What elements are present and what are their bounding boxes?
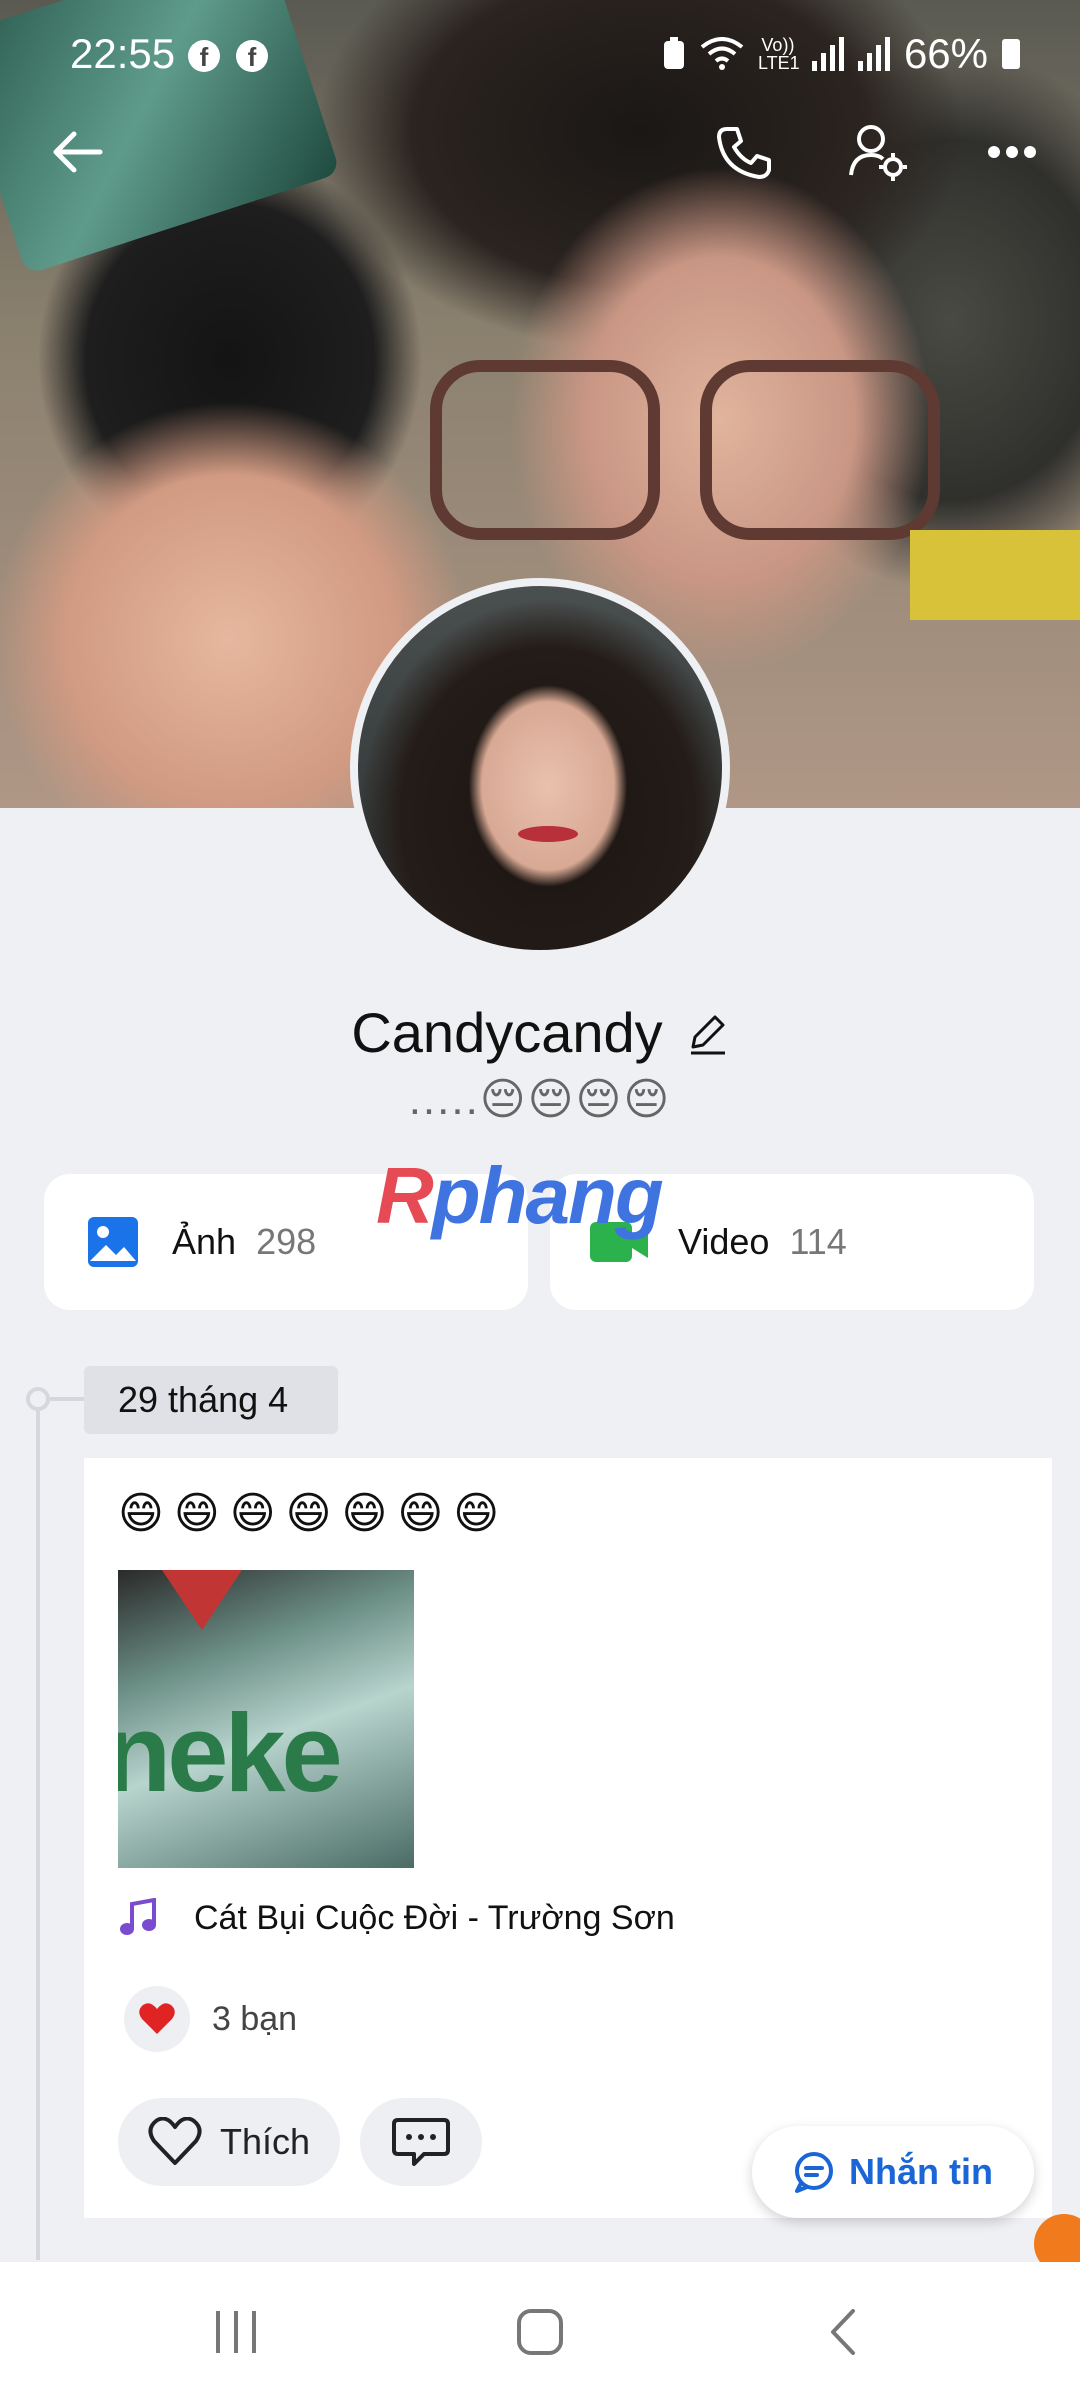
status-icons: Vo)) LTE1 66% bbox=[662, 30, 1020, 78]
avatar-lips bbox=[518, 826, 578, 842]
system-back-button[interactable] bbox=[802, 2292, 882, 2372]
timeline-post[interactable]: 😄😄😄😄😄😄😄 neke Cát Bụi Cuộc Đời - Trường S… bbox=[84, 1458, 1052, 2218]
heart-icon bbox=[139, 2003, 175, 2034]
photos-label: Ảnh bbox=[172, 1221, 237, 1262]
videos-count: 114 bbox=[789, 1221, 847, 1262]
more-icon bbox=[988, 146, 1036, 158]
watermark-logo: Rphang bbox=[376, 1150, 664, 1242]
more-options-button[interactable] bbox=[972, 112, 1052, 192]
user-settings-icon bbox=[849, 125, 907, 181]
back-button[interactable] bbox=[38, 112, 118, 192]
timeline-date: 29 tháng 4 bbox=[84, 1366, 338, 1434]
profile-name: Candycandy bbox=[351, 1001, 663, 1064]
post-music[interactable]: Cát Bụi Cuộc Đời - Trường Sơn bbox=[118, 1898, 675, 1938]
cover-glasses-left bbox=[430, 360, 660, 540]
recent-apps-button[interactable] bbox=[196, 2292, 276, 2372]
heart-reaction-bubble bbox=[124, 1986, 190, 2052]
status-time: 22:55 bbox=[70, 30, 176, 77]
home-button[interactable] bbox=[500, 2292, 580, 2372]
system-nav-bar bbox=[0, 2262, 1080, 2400]
profile-settings-button[interactable] bbox=[838, 112, 918, 192]
arrow-left-icon bbox=[53, 131, 103, 173]
post-text: 😄😄😄😄😄😄😄 bbox=[118, 1489, 510, 1538]
music-note-icon bbox=[120, 1898, 156, 1935]
phone-icon bbox=[717, 127, 771, 179]
timeline-line bbox=[36, 1400, 40, 2260]
post-image-text: neke bbox=[118, 1692, 343, 1815]
photos-count: 298 bbox=[256, 1221, 317, 1262]
watermark-r: R bbox=[376, 1151, 434, 1240]
signal-icon bbox=[857, 37, 890, 71]
photo-icon bbox=[88, 1217, 138, 1267]
cover-yellow-wall bbox=[910, 530, 1080, 620]
profile-avatar[interactable] bbox=[350, 578, 730, 958]
profile-name-row: Candycandy bbox=[0, 1000, 1080, 1065]
comment-button[interactable] bbox=[360, 2098, 482, 2186]
post-likes[interactable]: 3 bạn bbox=[124, 1986, 297, 2052]
heart-outline-icon bbox=[148, 2117, 202, 2165]
chat-bubble-icon bbox=[795, 2152, 833, 2193]
edit-pencil-icon[interactable] bbox=[685, 1011, 729, 1055]
facebook-notification-icon: f bbox=[188, 40, 220, 72]
signal-icon bbox=[811, 37, 844, 71]
battery-saver-icon bbox=[663, 37, 684, 69]
cover-glasses-right bbox=[700, 360, 940, 540]
post-image-star bbox=[162, 1570, 242, 1630]
chevron-left-icon bbox=[831, 2309, 855, 2355]
battery-percent: 66% bbox=[903, 30, 988, 77]
comment-icon bbox=[392, 2118, 450, 2166]
recent-apps-icon bbox=[216, 2311, 256, 2353]
like-label: Thích bbox=[219, 2121, 311, 2162]
timeline-connector bbox=[50, 1397, 84, 1401]
timeline-node bbox=[26, 1387, 50, 1411]
wifi-icon bbox=[700, 37, 744, 70]
like-button[interactable]: Thích bbox=[118, 2098, 340, 2186]
facebook-notification-icon: f bbox=[236, 40, 268, 72]
battery-icon bbox=[1002, 39, 1020, 69]
network-label: Vo)) LTE1 bbox=[757, 35, 800, 73]
message-button[interactable]: Nhắn tin bbox=[752, 2126, 1034, 2218]
post-image[interactable]: neke bbox=[118, 1570, 414, 1868]
call-button[interactable] bbox=[704, 112, 784, 192]
videos-label: Video bbox=[678, 1221, 770, 1262]
profile-status: .....😔😔😔😔 bbox=[408, 1075, 672, 1124]
message-button-label: Nhắn tin bbox=[849, 2151, 993, 2192]
watermark-text: phang bbox=[431, 1151, 664, 1240]
likes-count: 3 bạn bbox=[212, 1999, 298, 2038]
home-icon bbox=[517, 2309, 563, 2355]
music-title: Cát Bụi Cuộc Đời - Trường Sơn bbox=[194, 1898, 675, 1937]
status-bar: 22:55 f f Vo)) LTE1 66% bbox=[0, 0, 1080, 110]
